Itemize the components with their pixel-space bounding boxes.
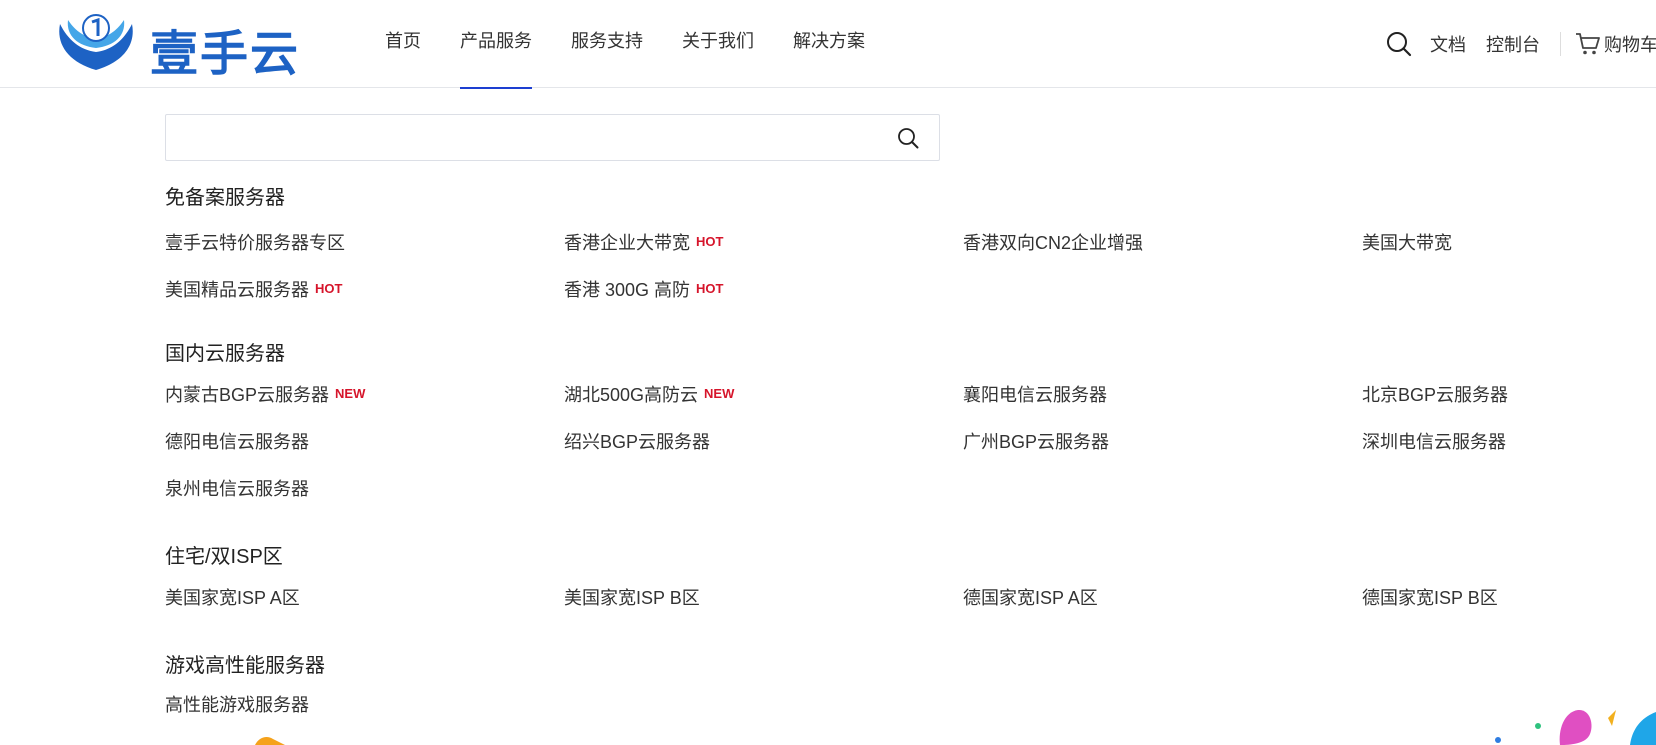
product-label: 香港企业大带宽 bbox=[564, 233, 690, 253]
search-icon[interactable] bbox=[1386, 31, 1412, 57]
product-link[interactable]: 壹手云特价服务器专区 bbox=[165, 218, 564, 265]
product-link[interactable]: 深圳电信云服务器 bbox=[1362, 417, 1642, 464]
search-submit-icon[interactable] bbox=[897, 127, 919, 154]
logo-mark-icon bbox=[59, 14, 133, 70]
product-link[interactable]: 湖北500G高防云 NEW bbox=[564, 370, 963, 417]
main-nav: 首页 产品服务 服务支持 关于我们 解决方案 bbox=[385, 0, 904, 89]
logo[interactable]: 壹手云 bbox=[54, 10, 314, 82]
decorative-shape bbox=[255, 737, 285, 745]
badge: HOT bbox=[315, 281, 343, 296]
product-link[interactable]: 广州BGP云服务器 bbox=[963, 417, 1362, 464]
product-link[interactable]: 美国大带宽 bbox=[1362, 218, 1642, 265]
product-label: 美国家宽ISP B区 bbox=[564, 588, 700, 608]
product-link[interactable]: 内蒙古BGP云服务器 NEW bbox=[165, 370, 564, 417]
product-link[interactable]: 香港 300G 高防 HOT bbox=[564, 265, 963, 312]
badge: HOT bbox=[696, 281, 724, 296]
product-link[interactable]: 绍兴BGP云服务器 bbox=[564, 417, 963, 464]
section-title: 国内云服务器 bbox=[165, 343, 285, 365]
top-header: 壹手云 首页 产品服务 服务支持 关于我们 解决方案 文档 控制台 购物车 bbox=[0, 0, 1656, 89]
product-label: 绍兴BGP云服务器 bbox=[564, 432, 711, 452]
product-label: 广州BGP云服务器 bbox=[963, 432, 1110, 452]
product-grid: 壹手云特价服务器专区 香港企业大带宽 HOT 香港双向CN2企业增强 美国大带宽 … bbox=[165, 218, 1645, 312]
product-link[interactable]: 美国精品云服务器 HOT bbox=[165, 265, 564, 312]
product-link[interactable]: 北京BGP云服务器 bbox=[1362, 370, 1642, 417]
nav-item-support[interactable]: 服务支持 bbox=[571, 0, 643, 88]
product-label: 美国大带宽 bbox=[1362, 233, 1452, 253]
section-domestic-cloud: 国内云服务器 内蒙古BGP云服务器 NEW 湖北500G高防云 NEW 襄阳电信云服… bbox=[165, 340, 1645, 511]
badge: NEW bbox=[335, 386, 366, 401]
cart-icon bbox=[1576, 33, 1600, 55]
product-label: 德国家宽ISP A区 bbox=[963, 588, 1098, 608]
product-link[interactable]: 德国家宽ISP A区 bbox=[963, 575, 1362, 622]
brand-name: 壹手云 bbox=[150, 26, 301, 82]
product-label: 香港 300G 高防 bbox=[564, 280, 691, 300]
product-link[interactable]: 香港双向CN2企业增强 bbox=[963, 218, 1362, 265]
product-label: 高性能游戏服务器 bbox=[165, 695, 309, 715]
product-label: 美国家宽ISP A区 bbox=[165, 588, 300, 608]
section-title: 住宅/双ISP区 bbox=[165, 546, 283, 568]
product-link[interactable]: 香港企业大带宽 HOT bbox=[564, 218, 963, 265]
product-search-input[interactable] bbox=[178, 123, 878, 153]
product-link[interactable]: 美国家宽ISP B区 bbox=[564, 575, 963, 622]
section-title: 游戏高性能服务器 bbox=[165, 655, 325, 677]
product-label: 壹手云特价服务器专区 bbox=[165, 233, 345, 253]
product-link[interactable]: 泉州电信云服务器 bbox=[165, 464, 564, 511]
product-link[interactable]: 美国家宽ISP A区 bbox=[165, 575, 564, 622]
product-label: 襄阳电信云服务器 bbox=[963, 385, 1107, 405]
nav-item-products[interactable]: 产品服务 bbox=[460, 0, 532, 89]
cart-label: 购物车 bbox=[1604, 35, 1656, 55]
product-label: 内蒙古BGP云服务器 bbox=[165, 385, 330, 405]
product-grid: 美国家宽ISP A区 美国家宽ISP B区 德国家宽ISP A区 德国家宽ISP… bbox=[165, 575, 1645, 622]
product-label: 湖北500G高防云 bbox=[564, 385, 699, 405]
product-label: 德阳电信云服务器 bbox=[165, 432, 309, 452]
header-tools: 文档 控制台 购物车 bbox=[1386, 0, 1656, 88]
section-no-filing: 免备案服务器 壹手云特价服务器专区 香港企业大带宽 HOT 香港双向CN2企业增强… bbox=[165, 184, 1645, 312]
badge: HOT bbox=[696, 234, 724, 249]
cart-link[interactable]: 购物车 bbox=[1575, 31, 1656, 57]
product-label: 德国家宽ISP B区 bbox=[1362, 588, 1498, 608]
product-label: 美国精品云服务器 bbox=[165, 280, 309, 300]
product-link[interactable]: 德阳电信云服务器 bbox=[165, 417, 564, 464]
product-link[interactable]: 高性能游戏服务器 bbox=[165, 682, 564, 729]
section-residential-isp: 住宅/双ISP区 美国家宽ISP A区 美国家宽ISP B区 德国家宽ISP A… bbox=[165, 543, 1645, 622]
product-label: 香港双向CN2企业增强 bbox=[963, 233, 1144, 253]
section-game-servers: 游戏高性能服务器 高性能游戏服务器 bbox=[165, 652, 1645, 729]
product-label: 北京BGP云服务器 bbox=[1362, 385, 1509, 405]
decorative-illustration bbox=[1495, 709, 1656, 745]
product-grid: 内蒙古BGP云服务器 NEW 湖北500G高防云 NEW 襄阳电信云服务器 北京BG… bbox=[165, 370, 1645, 511]
section-title: 免备案服务器 bbox=[165, 187, 285, 209]
nav-item-solutions[interactable]: 解决方案 bbox=[793, 0, 865, 88]
console-link[interactable]: 控制台 bbox=[1486, 31, 1540, 57]
product-link[interactable]: 襄阳电信云服务器 bbox=[963, 370, 1362, 417]
product-search bbox=[165, 114, 940, 161]
product-label: 泉州电信云服务器 bbox=[165, 479, 309, 499]
nav-item-about[interactable]: 关于我们 bbox=[682, 0, 754, 88]
product-label: 深圳电信云服务器 bbox=[1362, 432, 1506, 452]
product-link[interactable]: 德国家宽ISP B区 bbox=[1362, 575, 1642, 622]
header-divider bbox=[1560, 32, 1561, 56]
nav-item-home[interactable]: 首页 bbox=[385, 0, 421, 88]
product-grid: 高性能游戏服务器 bbox=[165, 682, 1645, 729]
badge: NEW bbox=[704, 386, 735, 401]
docs-link[interactable]: 文档 bbox=[1430, 31, 1466, 57]
